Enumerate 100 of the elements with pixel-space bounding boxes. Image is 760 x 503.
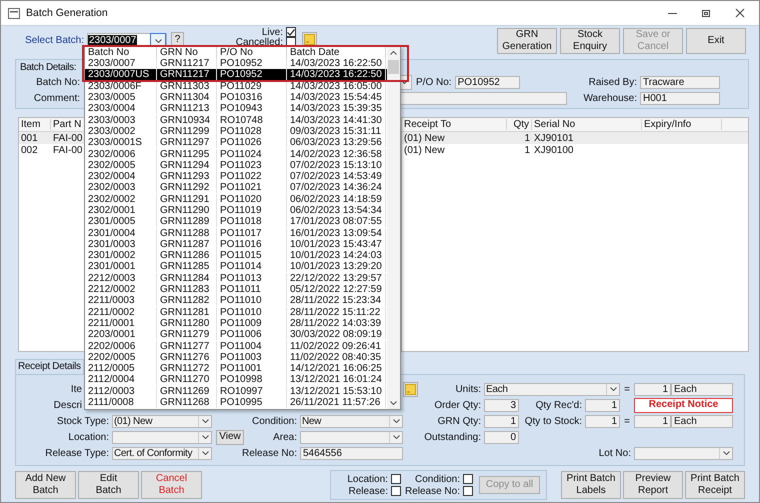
list-cell: PO11006 <box>217 329 287 340</box>
field-label: Condition: <box>414 474 461 484</box>
list-cell: 14/12/2021 16:06:25 <box>287 363 386 374</box>
list-cell: GRN11276 <box>157 352 217 363</box>
list-cell: GRN11269 <box>157 386 217 397</box>
table-cell-text: XJ90100 <box>533 144 574 156</box>
list-cell: GRN11294 <box>157 160 217 171</box>
list-cell: 2303/0003 <box>85 114 157 126</box>
field-label: Raised By: <box>588 76 638 88</box>
list-cell: PO10998 <box>217 374 287 386</box>
list-cell: 2301/0005 <box>85 216 157 228</box>
list-cell: PO11010 <box>217 295 287 306</box>
table-cell-text: XJ90101 <box>533 132 574 144</box>
list-cell: GRN11285 <box>157 261 217 272</box>
list-cell: GRN11304 <box>157 92 217 104</box>
list-cell: 2112/0005 <box>85 363 157 374</box>
field-label: Release No: <box>242 448 298 458</box>
field-label: Location: <box>68 432 110 442</box>
list-cell: 13/12/2021 16:01:24 <box>287 374 386 386</box>
list-cell: 14/03/2023 15:39:35 <box>287 103 386 114</box>
list-cell: PO11018 <box>217 216 287 228</box>
list-cell: 2111/0008 <box>85 397 157 408</box>
list-cell: 2301/0003 <box>85 238 157 250</box>
field-label: Order Qty: <box>434 400 482 410</box>
equals-sign: = <box>623 416 631 426</box>
field-label: Stock Type: <box>56 416 110 426</box>
list-cell: 2112/0004 <box>85 374 157 386</box>
field-label: Area: <box>273 432 298 442</box>
list-cell: 2303/0005 <box>85 92 157 104</box>
list-cell: 2301/0002 <box>85 250 157 262</box>
list-cell: PO11015 <box>217 250 287 262</box>
list-cell: 2211/0002 <box>85 306 157 318</box>
list-cell: GRN11280 <box>157 318 217 329</box>
field-label: Condition: <box>252 416 298 426</box>
list-cell: 07/02/2023 14:53:49 <box>287 171 386 182</box>
field-label: Lot No: <box>598 448 632 458</box>
list-cell: GRN11292 <box>157 182 217 194</box>
list-cell: PO11017 <box>217 228 287 239</box>
list-cell: PO11003 <box>217 352 287 363</box>
field-label: Release No: <box>404 486 461 496</box>
list-cell: 17/01/2023 08:07:55 <box>287 216 386 228</box>
list-cell: GRN11277 <box>157 340 217 352</box>
list-cell: 2211/0001 <box>85 318 157 329</box>
list-cell: PO11028 <box>217 126 287 137</box>
list-cell: PO11004 <box>217 340 287 352</box>
list-cell: PO11022 <box>217 171 287 182</box>
list-cell: 2212/0003 <box>85 272 157 284</box>
list-cell: 16/01/2023 13:09:54 <box>287 228 386 239</box>
list-cell: PO10995 <box>217 397 287 408</box>
list-cell: 26/11/2021 11:57:26 <box>287 397 386 408</box>
list-cell: GRN11272 <box>157 363 217 374</box>
list-cell: PO11020 <box>217 194 287 205</box>
list-cell: 2301/0001 <box>85 261 157 272</box>
table-cell-text: FAI-00 <box>52 144 84 156</box>
list-cell: GRN11283 <box>157 284 217 296</box>
field-label: Qty Rec'd: <box>536 400 583 410</box>
list-cell: 2302/0002 <box>85 194 157 205</box>
list-cell: PO10943 <box>217 103 287 114</box>
list-cell: GRN11295 <box>157 148 217 160</box>
field-label: Descri <box>54 400 83 410</box>
list-cell: PO11013 <box>217 272 287 284</box>
list-cell: PO11009 <box>217 318 287 329</box>
list-cell: 14/02/2023 12:36:58 <box>287 148 386 160</box>
list-cell: 2303/0001S <box>85 137 157 148</box>
receipt-notice: Receipt Notice <box>634 398 733 412</box>
list-cell: GRN11286 <box>157 250 217 262</box>
list-cell: PO11014 <box>217 261 287 272</box>
table-cell-text: 1 <box>523 132 531 144</box>
list-cell: 2302/0001 <box>85 205 157 216</box>
table-cell-text: 002 <box>20 144 39 156</box>
list-cell: GRN11289 <box>157 216 217 228</box>
field-label: Release: <box>348 486 389 496</box>
field-label: Select Batch: <box>24 35 85 46</box>
list-cell: 2202/0005 <box>85 352 157 363</box>
table-cell-text: (01) New <box>403 132 446 144</box>
list-cell: 2112/0003 <box>85 386 157 397</box>
list-cell: 2303/0004 <box>85 103 157 114</box>
list-cell: 2203/0001 <box>85 329 157 340</box>
field-label: Ite <box>70 384 83 394</box>
list-cell: PO11021 <box>217 182 287 194</box>
list-cell: PO10316 <box>217 92 287 104</box>
window-title: Batch Generation <box>26 7 108 19</box>
list-cell: GRN10934 <box>157 114 217 126</box>
list-cell: GRN11279 <box>157 329 217 340</box>
list-cell: GRN11293 <box>157 171 217 182</box>
list-cell: PO11011 <box>217 284 287 296</box>
list-cell: PO11023 <box>217 160 287 171</box>
field-label: Cancelled: <box>236 36 284 48</box>
list-cell: 13/12/2021 15:53:10 <box>287 386 386 397</box>
list-cell: 2211/0003 <box>85 295 157 306</box>
list-cell: 2302/0005 <box>85 160 157 171</box>
list-cell: 11/02/2022 08:40:35 <box>287 352 386 363</box>
list-cell: 30/03/2022 08:09:19 <box>287 329 386 340</box>
field-label: Live: <box>262 26 284 38</box>
list-cell: 09/03/2023 15:31:11 <box>287 126 386 137</box>
list-cell: GRN11281 <box>157 306 217 318</box>
field-label: Location: <box>347 474 389 484</box>
list-cell: 2303/0002 <box>85 126 157 137</box>
list-cell: GRN11284 <box>157 272 217 284</box>
list-cell: GRN11268 <box>157 397 217 408</box>
